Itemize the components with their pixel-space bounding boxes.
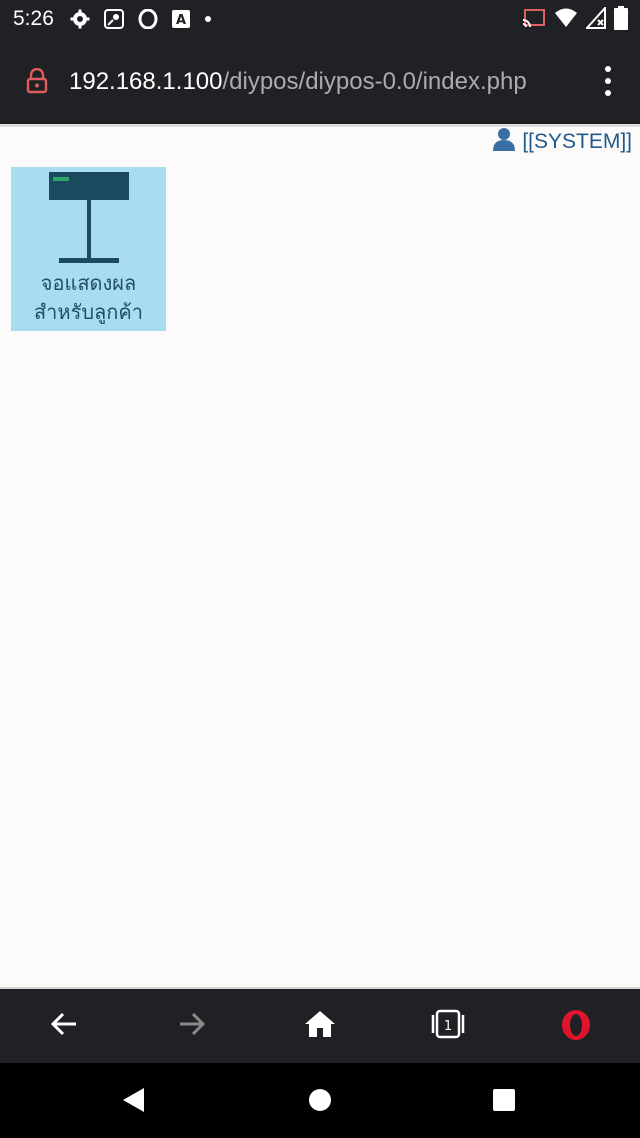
- wifi-icon: [554, 7, 578, 29]
- user-icon: [492, 127, 516, 157]
- opera-icon[interactable]: [560, 1009, 592, 1045]
- svg-text:A: A: [176, 13, 186, 28]
- forward-icon[interactable]: [177, 1009, 207, 1043]
- tile-label-line2: สำหรับลูกค้า: [33, 300, 144, 324]
- status-bar: 5:26 A: [0, 0, 640, 38]
- tile-label: จอแสดงผล สำหรับลูกค้า: [11, 269, 166, 327]
- lock-icon[interactable]: [26, 67, 48, 98]
- cellular-icon: [586, 7, 606, 29]
- status-left-icons: A: [70, 9, 212, 29]
- status-time: 5:26: [13, 7, 54, 30]
- address-bar[interactable]: 192.168.1.100/diypos/diypos-0.0/index.ph…: [0, 38, 640, 124]
- url-host: 192.168.1.100: [69, 68, 223, 95]
- cast-icon: [522, 7, 546, 29]
- tabs-icon[interactable]: 1: [429, 1009, 467, 1043]
- opera-o-icon: [138, 9, 158, 29]
- url-path: /diypos/diypos-0.0/index.php: [222, 68, 527, 95]
- home-icon[interactable]: [304, 1009, 336, 1043]
- android-nav-bar: [0, 1063, 640, 1138]
- battery-icon: [614, 6, 628, 30]
- browser-toolbar: 1: [0, 987, 640, 1063]
- tile-label-line1: จอแสดงผล: [40, 271, 137, 295]
- nav-home-icon[interactable]: [308, 1087, 332, 1117]
- customer-display-tile[interactable]: จอแสดงผล สำหรับลูกค้า: [11, 167, 166, 331]
- status-right-icons: [522, 6, 628, 30]
- a-square-icon: A: [171, 10, 190, 28]
- nav-recents-icon[interactable]: [492, 1087, 516, 1117]
- dot-icon: [204, 15, 212, 23]
- nav-back-icon[interactable]: [122, 1087, 146, 1117]
- overflow-menu-icon[interactable]: [604, 66, 612, 96]
- customer-display-icon: [47, 171, 131, 269]
- gear-icon: [70, 9, 90, 29]
- back-icon[interactable]: [49, 1009, 79, 1043]
- tab-count: 1: [444, 1019, 452, 1034]
- user-link[interactable]: [[SYSTEM]]: [492, 127, 632, 157]
- user-label: [[SYSTEM]]: [522, 130, 632, 153]
- url-text[interactable]: 192.168.1.100/diypos/diypos-0.0/index.ph…: [69, 68, 527, 96]
- map-pin-icon: [103, 9, 124, 29]
